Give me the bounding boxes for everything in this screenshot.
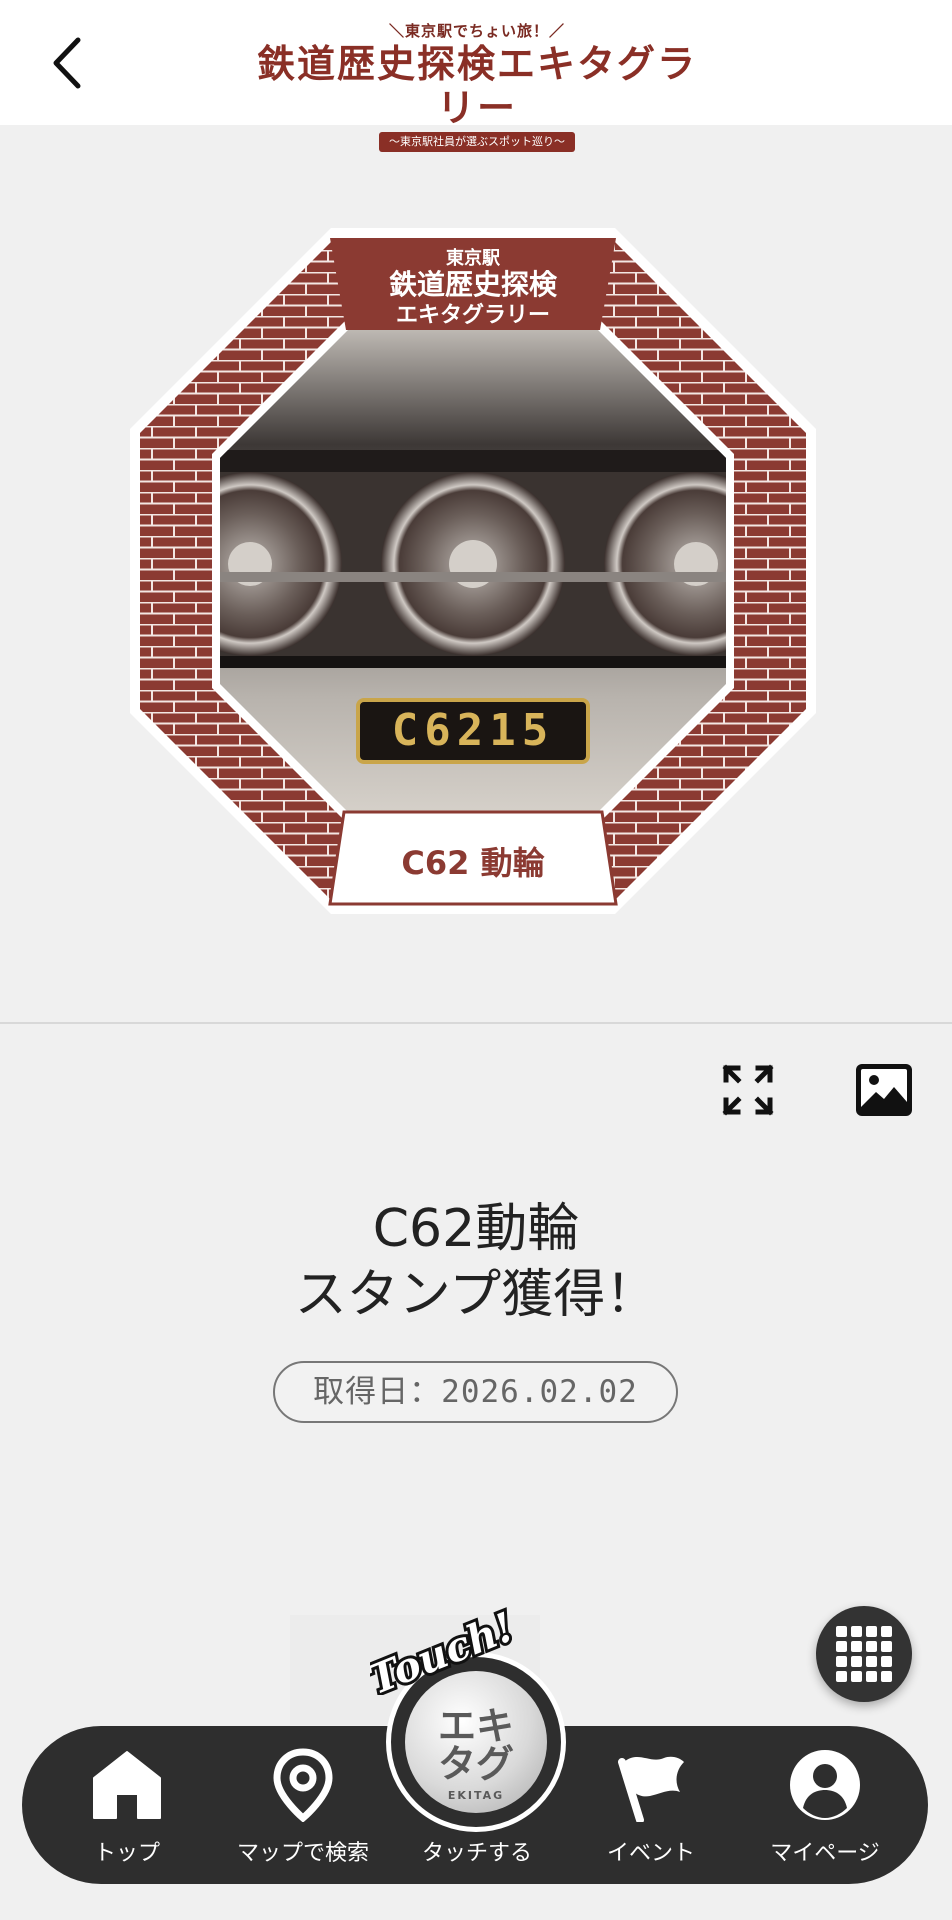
acquired-date-badge: 取得日：2026.02.02 <box>273 1361 678 1423</box>
chevron-left-icon <box>53 37 81 89</box>
home-icon <box>93 1751 161 1819</box>
stamp-header-line3: エキタグラリー <box>396 302 550 328</box>
stamp-image[interactable]: C6215 東京駅 鉄道歴史探検 エキタグラリー C62 動輪 <box>130 228 816 914</box>
stamp-caption: C62 動輪 <box>401 844 544 882</box>
logo-tagline: ＼東京駅でちょい旅！／ <box>388 22 565 40</box>
stamp-acquired-title: C62動輪 スタンプ獲得！ <box>0 1196 952 1328</box>
save-image-button[interactable] <box>854 1062 914 1118</box>
stamp-header-line2: 鉄道歴史探検 <box>389 268 558 301</box>
nav-item-map[interactable]: マップで検索 <box>218 1726 388 1884</box>
stamp-grid-button[interactable] <box>816 1606 912 1702</box>
nav-label-mypage: マイページ <box>770 1841 880 1866</box>
image-icon <box>856 1064 912 1116</box>
logo-title: 鉄道歴史探検エキタグラリー <box>256 42 697 130</box>
nav-label-map: マップで検索 <box>236 1841 369 1866</box>
touch-badge-main-2: タグ <box>438 1742 514 1786</box>
flag-icon <box>618 1756 684 1822</box>
touch-word-mark: Touch! <box>370 1605 520 1695</box>
nav-label-event: イベント <box>606 1841 695 1866</box>
nav-item-top[interactable]: トップ <box>42 1726 212 1884</box>
expand-icon <box>722 1064 774 1116</box>
stamp-number-plate: C6215 <box>392 705 554 756</box>
user-icon <box>790 1750 860 1820</box>
app-header: ＼東京駅でちょい旅！／ 鉄道歴史探検エキタグラリー 〜東京駅社員が選ぶスポット巡… <box>0 0 952 152</box>
stamp-header-line1: 東京駅 <box>446 247 501 269</box>
nav-label-top: トップ <box>93 1841 160 1866</box>
nav-item-event[interactable]: イベント <box>566 1726 736 1884</box>
nav-item-mypage[interactable]: マイページ <box>740 1726 910 1884</box>
touch-word-text: Touch! <box>370 1605 520 1695</box>
map-pin-icon <box>273 1748 333 1822</box>
expand-button[interactable] <box>722 1064 774 1116</box>
section-divider <box>0 1022 952 1024</box>
title-line1: C62動輪 <box>372 1199 580 1259</box>
touch-badge-sub: EKITAG <box>448 1789 504 1802</box>
grid-icon <box>836 1626 892 1682</box>
back-button[interactable] <box>44 34 94 92</box>
nav-label-touch: タッチする <box>421 1841 532 1866</box>
title-line2: スタンプ獲得！ <box>294 1265 658 1325</box>
rally-logo: ＼東京駅でちょい旅！／ 鉄道歴史探検エキタグラリー 〜東京駅社員が選ぶスポット巡… <box>242 20 712 152</box>
